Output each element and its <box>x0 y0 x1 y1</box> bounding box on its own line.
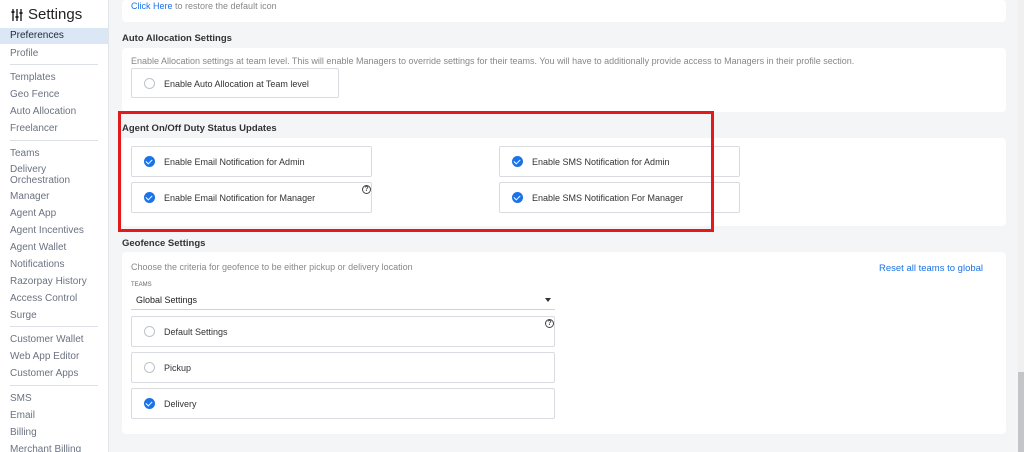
sidebar-item-access-control[interactable]: Access Control <box>0 293 108 304</box>
sidebar-item-surge[interactable]: Surge <box>0 310 108 321</box>
sidebar-item-billing[interactable]: Billing <box>0 427 108 438</box>
restore-text: to restore the default icon <box>172 1 277 11</box>
settings-title: Settings <box>28 6 83 23</box>
sidebar-divider <box>10 385 98 386</box>
sidebar-item-delivery-orchestration[interactable]: Delivery Orchestration <box>0 164 80 186</box>
sidebar-item-merchant-billing[interactable]: Merchant Billing <box>0 444 108 452</box>
sidebar-item-agent-app[interactable]: Agent App <box>0 208 108 219</box>
delivery-label: Delivery <box>164 399 197 409</box>
sidebar: Settings Preferences Profile Templates G… <box>0 0 109 452</box>
geofence-option-default[interactable]: Default Settings ? <box>131 316 555 347</box>
scrollbar[interactable] <box>1018 0 1024 452</box>
sidebar-item-templates[interactable]: Templates <box>0 72 108 83</box>
teams-label: TEAMS <box>131 282 152 288</box>
restore-icon-text: Click Here to restore the default icon <box>131 1 277 11</box>
geofence-description: Choose the criteria for geofence to be e… <box>131 262 413 272</box>
geofence-option-delivery[interactable]: Delivery <box>131 388 555 419</box>
auto-allocation-label: Enable Auto Allocation at Team level <box>164 79 309 89</box>
restore-link[interactable]: Click Here <box>131 1 173 11</box>
sidebar-item-manager[interactable]: Manager <box>0 191 108 202</box>
auto-allocation-description: Enable Allocation settings at team level… <box>131 56 855 66</box>
sliders-icon <box>11 8 23 21</box>
sidebar-item-agent-incentives[interactable]: Agent Incentives <box>0 225 108 236</box>
teams-select[interactable]: Global Settings <box>131 290 555 310</box>
geofence-title: Geofence Settings <box>122 238 206 249</box>
sidebar-item-sms[interactable]: SMS <box>0 393 108 404</box>
sidebar-item-preferences[interactable]: Preferences <box>0 28 108 44</box>
auto-allocation-option[interactable]: Enable Auto Allocation at Team level <box>131 68 339 98</box>
geofence-option-pickup[interactable]: Pickup <box>131 352 555 383</box>
sidebar-divider <box>10 140 98 141</box>
sidebar-item-teams[interactable]: Teams <box>0 148 108 159</box>
sidebar-item-customer-wallet[interactable]: Customer Wallet <box>0 334 108 345</box>
radio-empty-icon <box>144 362 155 373</box>
sidebar-item-geo-fence[interactable]: Geo Fence <box>0 89 108 100</box>
help-icon[interactable]: ? <box>545 319 554 328</box>
sidebar-divider <box>10 326 98 327</box>
sidebar-item-web-app-editor[interactable]: Web App Editor <box>0 351 108 362</box>
sidebar-item-freelancer[interactable]: Freelancer <box>0 123 108 134</box>
teams-select-value: Global Settings <box>136 295 198 305</box>
sidebar-item-razorpay-history[interactable]: Razorpay History <box>0 276 108 287</box>
scrollbar-thumb[interactable] <box>1018 372 1024 452</box>
reset-teams-link[interactable]: Reset all teams to global <box>879 263 983 274</box>
sidebar-divider <box>10 64 98 65</box>
sidebar-item-notifications[interactable]: Notifications <box>0 259 108 270</box>
sidebar-item-customer-apps[interactable]: Customer Apps <box>0 368 108 379</box>
sidebar-item-email[interactable]: Email <box>0 410 108 421</box>
pickup-label: Pickup <box>164 363 192 373</box>
auto-allocation-title: Auto Allocation Settings <box>122 33 232 44</box>
radio-empty-icon <box>144 78 155 89</box>
highlight-box <box>118 111 714 232</box>
caret-down-icon <box>545 298 551 302</box>
checkmark-icon <box>144 398 155 409</box>
settings-header: Settings <box>10 6 82 23</box>
sidebar-item-agent-wallet[interactable]: Agent Wallet <box>0 242 108 253</box>
sidebar-item-profile[interactable]: Profile <box>0 48 108 59</box>
radio-empty-icon <box>144 326 155 337</box>
sidebar-item-auto-allocation[interactable]: Auto Allocation <box>0 106 108 117</box>
default-settings-label: Default Settings <box>164 327 228 337</box>
